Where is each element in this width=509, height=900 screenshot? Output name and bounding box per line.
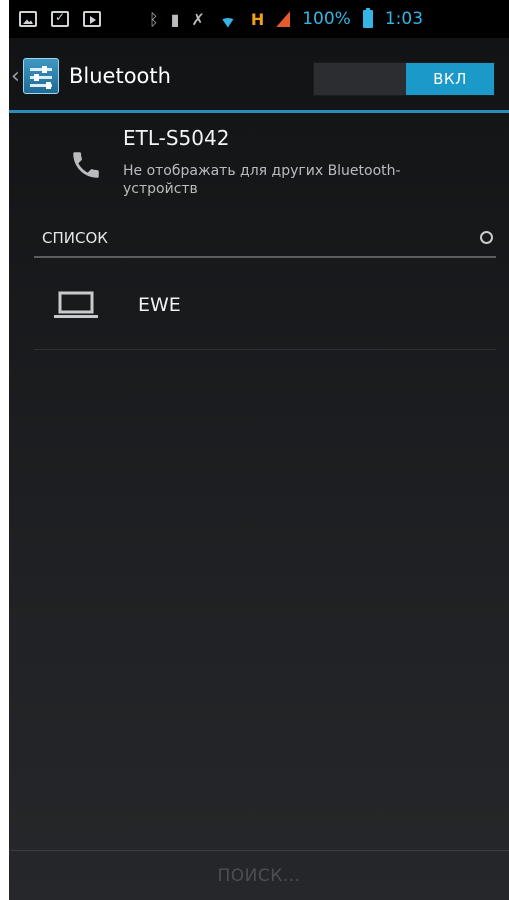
devices-list-header: СПИСОК [34, 226, 496, 258]
sd-card-icon: ▮ [170, 9, 180, 29]
toggle-on-label: ВКЛ [406, 63, 494, 95]
visibility-status: Не отображать для других Bluetooth-устро… [123, 163, 401, 197]
clock: 1:03 [384, 9, 424, 29]
wifi-icon [217, 11, 239, 27]
mute-icon: ✗ [191, 9, 205, 29]
notification-icons [19, 10, 101, 27]
system-icons: ᛒ ▮ ✗ H 100% 1:03 [149, 8, 424, 29]
device-visibility-row[interactable]: ETL-S5042 Не отображать для других Bluet… [9, 120, 509, 220]
battery-icon [362, 8, 373, 28]
laptop-icon [54, 291, 98, 318]
signal-icon [276, 11, 291, 27]
action-bar-divider [9, 110, 509, 113]
network-icon: H [250, 9, 265, 29]
screen: ᛒ ▮ ✗ H 100% 1:03 ‹ Bluetooth ВКЛ ETL-S5… [9, 0, 509, 900]
bottom-bar: ПОИСК... [9, 851, 509, 900]
device-label: EWE [138, 294, 181, 316]
search-button[interactable]: ПОИСК... [217, 866, 300, 886]
device-name: ETL-S5042 [123, 126, 230, 150]
battery-percent: 100% [302, 9, 351, 29]
status-bar: ᛒ ▮ ✗ H 100% 1:03 [9, 0, 509, 38]
bluetooth-toggle[interactable]: ВКЛ [313, 62, 495, 96]
list-header-title: СПИСОК [42, 229, 108, 247]
phone-icon [73, 152, 99, 178]
bluetooth-icon: ᛒ [149, 9, 159, 29]
calendar-icon [51, 10, 69, 27]
action-bar: ‹ Bluetooth ВКЛ [9, 46, 509, 106]
photo-icon [19, 11, 37, 27]
list-item[interactable]: EWE [34, 262, 496, 350]
page-title: Bluetooth [69, 64, 171, 88]
progress-spinner-icon [480, 231, 493, 244]
video-icon [83, 11, 101, 27]
back-caret-icon[interactable]: ‹ [11, 64, 21, 89]
settings-app-icon[interactable] [23, 58, 59, 94]
